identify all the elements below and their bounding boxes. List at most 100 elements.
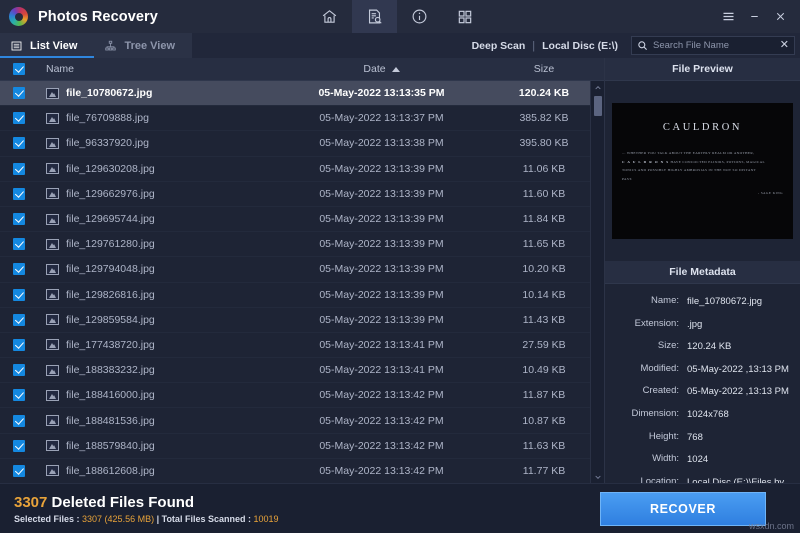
- row-checkbox[interactable]: [0, 313, 38, 326]
- metadata-row: Name: file_10780672.jpg: [605, 295, 800, 308]
- tab-list-view[interactable]: List View: [0, 33, 95, 58]
- menu-icon[interactable]: [716, 5, 740, 29]
- row-size: 11.63 KB: [522, 439, 566, 452]
- row-size: 385.82 KB: [519, 112, 569, 125]
- scroll-down-arrow-icon[interactable]: [591, 470, 605, 483]
- row-name-label: file_96337920.jpg: [66, 137, 149, 150]
- row-name-label: file_177438720.jpg: [66, 338, 155, 351]
- toolbar-right: Deep Scan | Local Disc (E:\) Search File…: [465, 33, 800, 58]
- table-row[interactable]: file_129794048.jpg 05-May-2022 13:13:39 P…: [0, 257, 604, 283]
- row-name: file_129794048.jpg: [38, 263, 279, 275]
- row-name-label: file_129630208.jpg: [66, 162, 155, 175]
- image-file-icon: [46, 314, 59, 326]
- table-row[interactable]: file_177438720.jpg 05-May-2022 13:13:41 P…: [0, 333, 604, 359]
- row-size: 11.87 KB: [522, 389, 566, 402]
- file-list-rows[interactable]: file_10780672.jpg 05-May-2022 13:13:35 PM…: [0, 81, 604, 483]
- nav-scan-button[interactable]: [352, 0, 397, 33]
- metadata-value: file_10780672.jpg: [687, 296, 763, 307]
- table-row[interactable]: file_129662976.jpg 05-May-2022 13:13:39 P…: [0, 182, 604, 207]
- column-header-size[interactable]: Size: [484, 63, 604, 75]
- list-scrollbar[interactable]: [590, 81, 604, 483]
- image-file-icon: [46, 289, 59, 301]
- row-name-label: file_129794048.jpg: [66, 263, 155, 276]
- row-checkbox[interactable]: [0, 263, 38, 276]
- scroll-up-arrow-icon[interactable]: [591, 81, 605, 94]
- file-preview-title: File Preview: [605, 58, 800, 81]
- row-checkbox[interactable]: [0, 414, 38, 427]
- scrollbar-thumb[interactable]: [593, 96, 602, 116]
- row-size: 11.65 KB: [522, 238, 566, 251]
- row-checkbox[interactable]: [0, 112, 38, 125]
- tab-tree-view[interactable]: Tree View: [94, 33, 193, 58]
- table-row[interactable]: file_96337920.jpg 05-May-2022 13:13:38 PM…: [0, 131, 604, 157]
- table-row[interactable]: file_188579840.jpg 05-May-2022 13:13:42 P…: [0, 434, 604, 459]
- search-box[interactable]: Search File Name ✕: [631, 36, 795, 55]
- search-icon: [637, 40, 648, 51]
- metadata-value: .jpg: [687, 318, 703, 330]
- image-file-icon: [46, 440, 59, 452]
- row-name: file_188383232.jpg: [38, 364, 279, 376]
- metadata-row: Created: 05-May-2022 ,13:13 PM: [605, 385, 800, 398]
- preview-image: CAULDRON ... WHETHER YOU TALK ABOUT THE …: [612, 103, 793, 239]
- row-checkbox[interactable]: [0, 213, 38, 226]
- row-size: 11.84 KB: [522, 213, 566, 226]
- row-checkbox[interactable]: [0, 187, 38, 200]
- row-size: 11.77 KB: [522, 464, 566, 477]
- row-checkbox[interactable]: [0, 162, 38, 175]
- found-count: 3307: [14, 493, 48, 511]
- row-checkbox[interactable]: [0, 238, 38, 251]
- row-checkbox[interactable]: [0, 137, 38, 150]
- row-date: 05-May-2022 13:13:38 PM: [319, 137, 444, 150]
- file-preview-area: CAULDRON ... WHETHER YOU TALK ABOUT THE …: [605, 81, 800, 261]
- row-size: 11.06 KB: [522, 162, 566, 175]
- metadata-label: Width:: [652, 453, 679, 465]
- table-row[interactable]: file_76709888.jpg 05-May-2022 13:13:37 PM…: [0, 106, 604, 132]
- metadata-row: Height: 768: [605, 431, 800, 444]
- row-checkbox[interactable]: [0, 87, 38, 100]
- table-row[interactable]: file_129826816.jpg 05-May-2022 13:13:39 P…: [0, 283, 604, 308]
- sort-ascending-icon: [391, 66, 400, 72]
- minimize-icon[interactable]: [742, 5, 766, 29]
- nav-grid-button[interactable]: [442, 0, 487, 33]
- row-checkbox[interactable]: [0, 439, 38, 452]
- row-name: file_10780672.jpg: [38, 87, 279, 99]
- row-name: file_76709888.jpg: [38, 112, 279, 124]
- recover-button[interactable]: RECOVER: [600, 491, 766, 526]
- scrollbar-track[interactable]: [591, 94, 605, 470]
- row-checkbox[interactable]: [0, 464, 38, 477]
- preview-image-signature: - SAGE KING: [757, 191, 783, 196]
- search-input[interactable]: Search File Name: [653, 40, 775, 51]
- table-row[interactable]: file_10780672.jpg 05-May-2022 13:13:35 PM…: [0, 81, 604, 107]
- view-toolbar: List View Tree View Deep Scan | Local Di…: [0, 33, 800, 58]
- metadata-row: Dimension: 1024x768: [605, 408, 800, 421]
- photos-recovery-logo-icon: [9, 7, 28, 26]
- app-title: Photos Recovery: [38, 8, 158, 25]
- table-row[interactable]: file_129630208.jpg 05-May-2022 13:13:39 P…: [0, 157, 604, 182]
- table-row[interactable]: file_129695744.jpg 05-May-2022 13:13:39 P…: [0, 207, 604, 233]
- close-icon[interactable]: [768, 5, 792, 29]
- row-checkbox[interactable]: [0, 364, 38, 377]
- row-checkbox[interactable]: [0, 338, 38, 351]
- preview-body-line4: PAST.: [622, 176, 633, 181]
- metadata-row: Modified: 05-May-2022 ,13:13 PM: [605, 363, 800, 376]
- table-row[interactable]: file_129859584.jpg 05-May-2022 13:13:39 P…: [0, 308, 604, 333]
- nav-info-button[interactable]: [397, 0, 442, 33]
- table-row[interactable]: file_188612608.jpg 05-May-2022 13:13:42 P…: [0, 459, 604, 483]
- status-text-group: 3307 Deleted Files Found Selected Files …: [14, 494, 279, 524]
- row-date: 05-May-2022 13:13:39 PM: [319, 187, 444, 200]
- table-row[interactable]: file_188416000.jpg 05-May-2022 13:13:42 P…: [0, 383, 604, 409]
- table-row[interactable]: file_129761280.jpg 05-May-2022 13:13:39 P…: [0, 232, 604, 258]
- row-checkbox[interactable]: [0, 389, 38, 402]
- select-all-checkbox[interactable]: [0, 63, 38, 75]
- search-clear-icon[interactable]: ✕: [780, 40, 789, 51]
- nav-home-button[interactable]: [307, 0, 352, 33]
- column-header-name[interactable]: Name: [38, 63, 279, 75]
- row-name-label: file_76709888.jpg: [66, 112, 149, 125]
- column-header-date[interactable]: Date: [279, 63, 484, 75]
- metadata-value: 120.24 KB: [687, 341, 732, 353]
- table-row[interactable]: file_188383232.jpg 05-May-2022 13:13:41 P…: [0, 358, 604, 384]
- row-checkbox[interactable]: [0, 288, 38, 301]
- row-date: 05-May-2022 13:13:41 PM: [319, 338, 444, 351]
- table-row[interactable]: file_188481536.jpg 05-May-2022 13:13:42 P…: [0, 408, 604, 434]
- titlebar: Photos Recovery: [0, 0, 800, 33]
